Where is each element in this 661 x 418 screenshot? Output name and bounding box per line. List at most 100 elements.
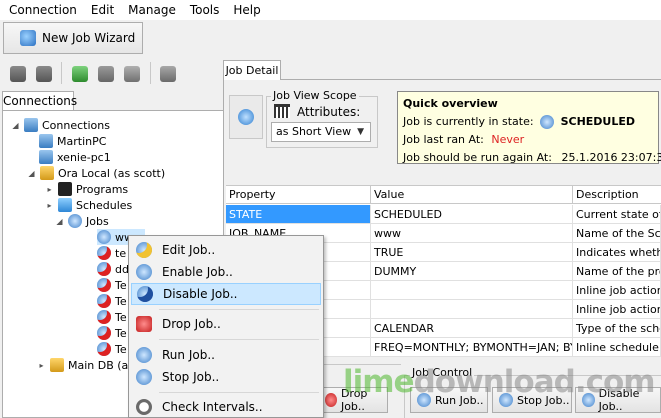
- run-gear-icon: [136, 347, 152, 363]
- menu-help[interactable]: Help: [226, 0, 267, 20]
- next-run-value: 25.1.2016 23:07:38: [561, 151, 661, 164]
- job-error-icon: [97, 262, 111, 276]
- quick-overview: Quick overview Job is currently in state…: [397, 91, 661, 167]
- toolbar-disconnect-icon[interactable]: [36, 66, 52, 82]
- tab-connections[interactable]: Connections: [2, 91, 77, 111]
- column-header-description[interactable]: Description: [573, 186, 661, 204]
- tree-node-programs[interactable]: ▸ Programs: [45, 181, 128, 197]
- job-view-scope-legend: Job View Scope: [271, 89, 359, 102]
- collapse-icon[interactable]: ◢: [55, 217, 64, 226]
- tree-node-jobs[interactable]: ◢ Jobs: [55, 213, 109, 229]
- calendar-grid-icon: [274, 104, 290, 118]
- scope-select[interactable]: as Short View ▼: [271, 122, 371, 142]
- expand-icon[interactable]: ▸: [45, 185, 54, 194]
- grid-cell-value[interactable]: TRUE: [371, 243, 573, 262]
- grid-cell-value[interactable]: [371, 300, 573, 319]
- programs-icon: [58, 182, 72, 196]
- grid-cell-value[interactable]: DUMMY: [371, 262, 573, 281]
- grid-cell-description: Type of the sched: [573, 319, 661, 338]
- tree-node-schedules[interactable]: ▸ Schedules: [45, 197, 132, 213]
- menu-connection[interactable]: Connection: [2, 0, 84, 20]
- menu-tools[interactable]: Tools: [183, 0, 227, 20]
- expand-icon[interactable]: ▸: [37, 361, 46, 370]
- toolbar-separator: [61, 62, 62, 84]
- grid-cell-value[interactable]: www: [371, 224, 573, 243]
- tree-node-job[interactable]: Te: [97, 309, 127, 325]
- last-ran-row: Job last ran At: Never: [403, 133, 525, 146]
- jobs-gear-icon: [68, 214, 82, 228]
- menu-separator: [159, 392, 319, 393]
- job-error-icon: [97, 294, 111, 308]
- refresh-job-button[interactable]: [229, 95, 263, 139]
- expand-icon[interactable]: ▸: [45, 201, 54, 210]
- job-context-menu: Edit Job.. Enable Job.. Disable Job.. Dr…: [128, 235, 324, 418]
- enable-gear-icon: [136, 264, 152, 280]
- refresh-icon: [238, 109, 254, 125]
- tree-node-xenie-pc1[interactable]: xenie-pc1: [39, 149, 111, 165]
- limedownload-watermark: limedownload.com: [343, 364, 656, 400]
- job-error-icon: [97, 310, 111, 324]
- toolbar-edit-connection-icon[interactable]: [124, 66, 140, 82]
- wizard-icon: [20, 30, 36, 46]
- tree-node-job[interactable]: dd: [97, 261, 129, 277]
- database-icon: [39, 134, 53, 148]
- grid-cell-value[interactable]: CALENDAR: [371, 319, 573, 338]
- context-menu-run-job[interactable]: Run Job..: [131, 344, 321, 366]
- grid-cell-property[interactable]: STATE: [226, 205, 371, 224]
- tree-node-ora-local[interactable]: ◢ Ora Local (as scott): [27, 165, 165, 181]
- tree-node-martinpc[interactable]: MartinPC: [39, 133, 106, 149]
- context-menu-stop-job[interactable]: Stop Job..: [131, 366, 321, 388]
- column-header-value[interactable]: Value: [371, 186, 573, 204]
- job-error-icon: [97, 278, 111, 292]
- context-menu-enable-job[interactable]: Enable Job..: [131, 261, 321, 283]
- context-menu-check-intervals[interactable]: Check Intervals..: [131, 396, 321, 418]
- edit-gear-icon: [136, 242, 152, 258]
- grid-cell-value[interactable]: [371, 281, 573, 300]
- menu-edit[interactable]: Edit: [84, 0, 121, 20]
- grid-cell-description: Inline job action: [573, 300, 661, 319]
- menu-manage[interactable]: Manage: [121, 0, 183, 20]
- grid-cell-description: Indicates whethe: [573, 243, 661, 262]
- tree-node-job[interactable]: Te: [97, 325, 127, 341]
- schedules-icon: [58, 198, 72, 212]
- grid-cell-value[interactable]: FREQ=MONTHLY; BYMONTH=JAN; BYDAY: [371, 338, 573, 357]
- grid-cell-description: Name of the Sche: [573, 224, 661, 243]
- grid-cell-value[interactable]: SCHEDULED: [371, 205, 573, 224]
- column-header-property[interactable]: Property: [226, 186, 371, 204]
- collapse-icon[interactable]: ◢: [11, 121, 20, 130]
- grid-cell-description: Inline job action ty: [573, 281, 661, 300]
- new-job-wizard-button[interactable]: New Job Wizard: [3, 22, 143, 54]
- clock-icon: [136, 399, 152, 415]
- collapse-icon[interactable]: ◢: [27, 169, 36, 178]
- next-run-row: Job should be run again At: 25.1.2016 23…: [403, 149, 661, 167]
- drop-x-icon: [325, 393, 337, 407]
- grid-cell-description: Inline schedule PL: [573, 338, 661, 357]
- context-menu-drop-job[interactable]: Drop Job..: [131, 313, 321, 335]
- tree-node-job[interactable]: Te: [97, 341, 127, 357]
- database-connected-icon: [40, 166, 54, 180]
- drop-x-icon: [136, 316, 152, 332]
- last-ran-value: Never: [491, 133, 525, 146]
- tab-job-detail[interactable]: Job Detail: [223, 60, 281, 80]
- toolbar-connect-icon[interactable]: [10, 66, 26, 82]
- toolbar-remove-connection-icon[interactable]: [98, 66, 114, 82]
- toolbar-refresh-icon[interactable]: [160, 66, 176, 82]
- new-job-wizard-label: New Job Wizard: [42, 31, 136, 45]
- tree-node-job[interactable]: te: [97, 245, 126, 261]
- menu-separator: [159, 309, 319, 310]
- tree-node-job[interactable]: Te: [97, 277, 127, 293]
- menubar: Connection Edit Manage Tools Help: [0, 0, 661, 20]
- grid-cell-description: Current state of th: [573, 205, 661, 224]
- context-menu-edit-job[interactable]: Edit Job..: [131, 239, 321, 261]
- database-icon: [39, 150, 53, 164]
- toolbar-add-connection-icon[interactable]: [72, 66, 88, 82]
- job-error-icon: [97, 342, 111, 356]
- tree-node-job[interactable]: Te: [97, 293, 127, 309]
- tree-node-main-db[interactable]: ▸ Main DB (as: [37, 357, 134, 373]
- stop-gear-icon: [136, 369, 152, 385]
- job-error-icon: [97, 326, 111, 340]
- tree-node-connections[interactable]: ◢ Connections: [11, 117, 110, 133]
- connections-root-icon: [24, 118, 38, 132]
- database-connected-icon: [50, 358, 64, 372]
- context-menu-disable-job[interactable]: Disable Job..: [131, 283, 321, 305]
